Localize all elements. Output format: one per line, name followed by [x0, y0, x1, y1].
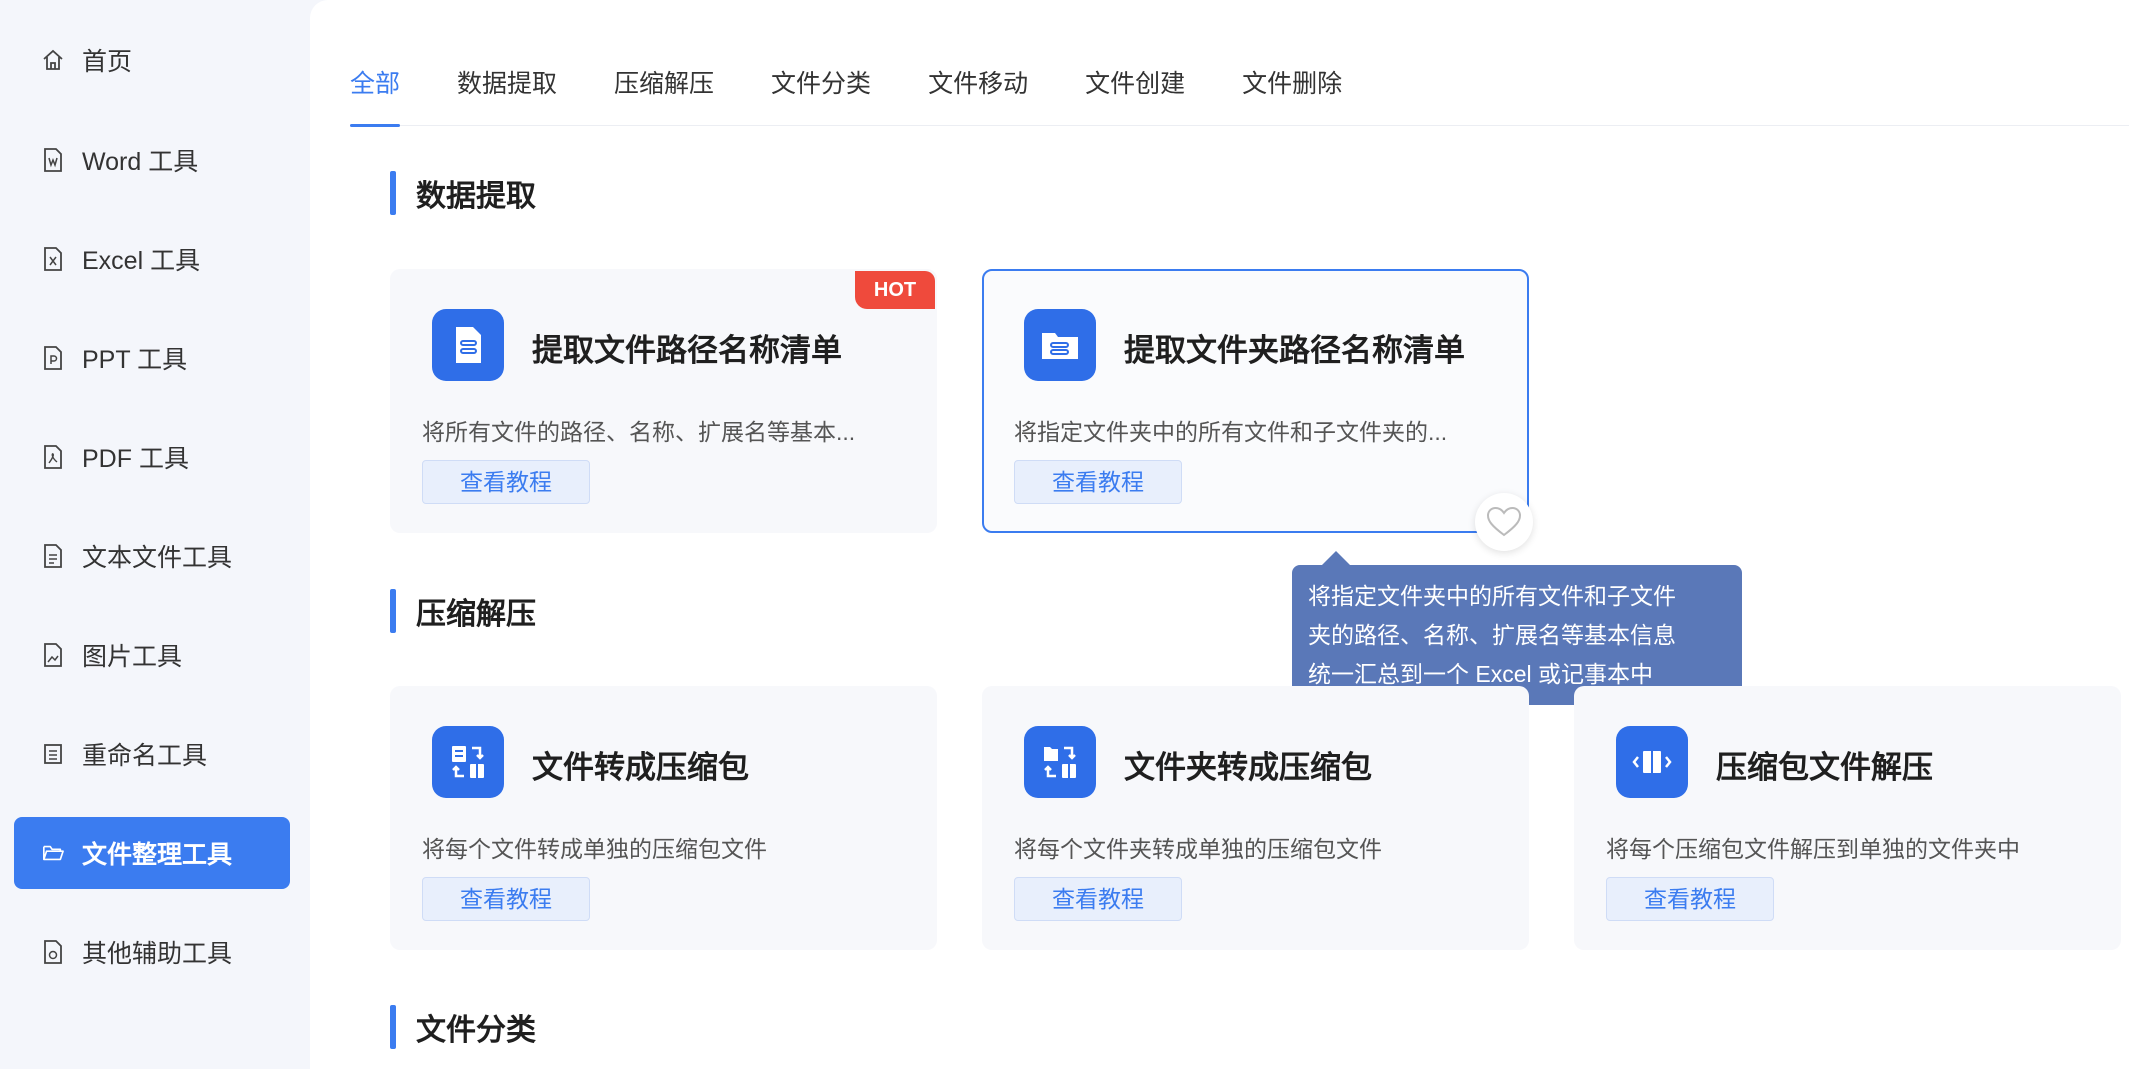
- card-description: 将每个文件转成单独的压缩包文件: [422, 836, 767, 862]
- card-description: 将每个文件夹转成单独的压缩包文件: [1014, 836, 1382, 862]
- folder-list-icon: [1024, 309, 1096, 381]
- view-tutorial-button[interactable]: 查看教程: [422, 877, 590, 921]
- word-file-icon: [42, 147, 64, 173]
- rename-icon: [42, 741, 64, 767]
- view-tutorial-button[interactable]: 查看教程: [1014, 877, 1182, 921]
- section-title: 压缩解压: [390, 589, 536, 633]
- folder-to-zip-icon: [1024, 726, 1096, 798]
- tab-compress[interactable]: 压缩解压: [614, 60, 714, 126]
- card-title: 文件转成压缩包: [532, 750, 749, 785]
- file-list-icon: [432, 309, 504, 381]
- text-file-icon: [42, 543, 64, 569]
- tool-card[interactable]: 提取文件夹路径名称清单 将指定文件夹中的所有文件和子文件夹的... 查看教程: [982, 269, 1529, 533]
- tooltip-line: 将指定文件夹中的所有文件和子文件: [1308, 583, 1676, 609]
- hot-badge: HOT: [855, 271, 935, 309]
- tab-classify[interactable]: 文件分类: [771, 60, 871, 126]
- section-title: 文件分类: [390, 1005, 536, 1049]
- sidebar-item-label: PPT 工具: [82, 346, 188, 374]
- tool-card[interactable]: 文件夹转成压缩包 将每个文件夹转成单独的压缩包文件 查看教程: [982, 686, 1529, 950]
- sidebar: 首页 Word 工具 Excel 工具 PPT 工具 PDF 工具 文本文件工具: [0, 0, 296, 1069]
- card-title: 提取文件夹路径名称清单: [1124, 333, 1465, 368]
- pdf-file-icon: [42, 444, 64, 470]
- sidebar-item-image[interactable]: 图片工具: [14, 619, 290, 691]
- category-tabs: 全部 数据提取 压缩解压 文件分类 文件移动 文件创建 文件删除: [350, 60, 2129, 127]
- sidebar-item-label: 文本文件工具: [82, 544, 233, 572]
- tab-delete[interactable]: 文件删除: [1242, 60, 1342, 126]
- sidebar-item-rename[interactable]: 重命名工具: [14, 718, 290, 790]
- sidebar-item-label: Word 工具: [82, 148, 199, 176]
- main-panel: 全部 数据提取 压缩解压 文件分类 文件移动 文件创建 文件删除 数据提取 HO…: [310, 0, 2129, 1069]
- sidebar-item-file-organize[interactable]: 文件整理工具: [14, 817, 290, 889]
- tool-card[interactable]: HOT 提取文件路径名称清单 将所有文件的路径、名称、扩展名等基本... 查看教…: [390, 269, 937, 533]
- sidebar-item-excel[interactable]: Excel 工具: [14, 223, 290, 295]
- folder-open-icon: [42, 840, 64, 866]
- tab-move[interactable]: 文件移动: [928, 60, 1028, 126]
- sidebar-item-label: Excel 工具: [82, 247, 201, 275]
- sidebar-item-label: 重命名工具: [82, 742, 208, 770]
- heart-icon[interactable]: [1475, 493, 1533, 551]
- card-description: 将指定文件夹中的所有文件和子文件夹的...: [1014, 419, 1448, 445]
- tool-card[interactable]: 压缩包文件解压 将每个压缩包文件解压到单独的文件夹中 查看教程: [1574, 686, 2121, 950]
- card-description: 将每个压缩包文件解压到单独的文件夹中: [1606, 836, 2020, 862]
- tab-create[interactable]: 文件创建: [1085, 60, 1185, 126]
- sidebar-item-label: 文件整理工具: [82, 841, 233, 869]
- card-title: 压缩包文件解压: [1716, 750, 1933, 785]
- tooltip-line: 夹的路径、名称、扩展名等基本信息: [1308, 622, 1676, 648]
- view-tutorial-button[interactable]: 查看教程: [1014, 460, 1182, 504]
- sidebar-item-pdf[interactable]: PDF 工具: [14, 421, 290, 493]
- tab-data-extract[interactable]: 数据提取: [457, 60, 557, 126]
- image-file-icon: [42, 642, 64, 668]
- card-title: 提取文件路径名称清单: [532, 333, 842, 368]
- sidebar-item-ppt[interactable]: PPT 工具: [14, 322, 290, 394]
- sidebar-item-label: 首页: [82, 48, 133, 76]
- sidebar-item-word[interactable]: Word 工具: [14, 124, 290, 196]
- view-tutorial-button[interactable]: 查看教程: [422, 460, 590, 504]
- sidebar-item-misc[interactable]: 其他辅助工具: [14, 916, 290, 988]
- section-title: 数据提取: [390, 171, 536, 215]
- card-description: 将所有文件的路径、名称、扩展名等基本...: [422, 419, 856, 445]
- sidebar-item-label: PDF 工具: [82, 445, 189, 473]
- tool-card[interactable]: 文件转成压缩包 将每个文件转成单独的压缩包文件 查看教程: [390, 686, 937, 950]
- misc-tool-icon: [42, 939, 64, 965]
- file-to-zip-icon: [432, 726, 504, 798]
- card-tooltip: 将指定文件夹中的所有文件和子文件 夹的路径、名称、扩展名等基本信息 统一汇总到一…: [1292, 551, 1742, 705]
- home-icon: [42, 47, 64, 73]
- sidebar-item-text[interactable]: 文本文件工具: [14, 520, 290, 592]
- sidebar-item-home[interactable]: 首页: [14, 24, 290, 96]
- unzip-icon: [1616, 726, 1688, 798]
- card-title: 文件夹转成压缩包: [1124, 750, 1372, 785]
- excel-file-icon: [42, 246, 64, 272]
- ppt-file-icon: [42, 345, 64, 371]
- tab-all[interactable]: 全部: [350, 60, 401, 127]
- sidebar-item-label: 其他辅助工具: [82, 940, 233, 968]
- view-tutorial-button[interactable]: 查看教程: [1606, 877, 1774, 921]
- sidebar-item-label: 图片工具: [82, 643, 183, 671]
